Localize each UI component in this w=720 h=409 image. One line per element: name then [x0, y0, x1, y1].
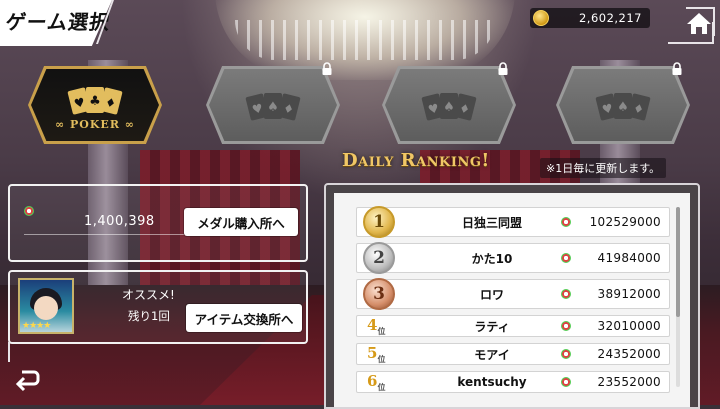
lock-icon	[672, 62, 682, 75]
player-name: kentsuchy	[457, 375, 527, 389]
svg-text:♠: ♠	[267, 100, 279, 115]
ranking-row: 1 日独三同盟 102529000	[356, 206, 670, 238]
rank-medal-gold: 1	[363, 206, 395, 238]
medal-panel: 1,400,398 メダル購入所へ	[8, 184, 308, 262]
rank-medal-bronze: 3	[363, 278, 395, 310]
scroll-thumb[interactable]	[676, 207, 680, 317]
rank-number: 6位	[367, 371, 386, 392]
svg-text:♣: ♣	[89, 94, 101, 109]
ranking-row: 4位 ラティ 32010000	[356, 315, 670, 337]
ranking-row: 6位 kentsuchy 23552000	[356, 371, 670, 393]
coin-icon	[533, 10, 549, 26]
player-score: 102529000	[589, 215, 661, 229]
medal-amount: 1,400,398	[84, 214, 155, 229]
ranking-row: 3 ロワ 38912000	[356, 278, 670, 310]
medal-chip-icon	[24, 206, 34, 216]
chip-icon	[561, 377, 571, 387]
game-card-locked-1[interactable]: ♥ ♠ ♦	[206, 66, 340, 144]
back-button[interactable]	[10, 362, 44, 396]
lock-icon	[322, 62, 332, 75]
ranking-title: Daily Ranking!	[342, 150, 490, 171]
player-score: 41984000	[597, 251, 661, 265]
ranking-row: 2 かた10 41984000	[356, 242, 670, 274]
avatar: ★★★★	[18, 278, 74, 334]
chip-icon	[561, 349, 571, 359]
item-exchange-button[interactable]: アイテム交換所へ	[186, 304, 302, 332]
remaining-label: 残り1回	[128, 309, 170, 323]
ranking-note: ※1日毎に更新します。	[540, 158, 667, 178]
medal-shop-button[interactable]: メダル購入所へ	[184, 208, 298, 236]
rank-medal-silver: 2	[363, 242, 395, 274]
game-card-locked-3[interactable]: ♥ ♠ ♦	[556, 66, 690, 144]
player-name: ラティ	[474, 319, 510, 334]
back-frame	[8, 342, 46, 362]
coin-counter: 2,602,217	[530, 8, 650, 28]
svg-text:♠: ♠	[617, 100, 629, 115]
ranking-list[interactable]: 1 日独三同盟 102529000 2 かた10 41984000 3 ロワ 3…	[356, 206, 670, 399]
ranking-scrollbar[interactable]	[676, 207, 680, 387]
game-card-locked-2[interactable]: ♥ ♠ ♦	[382, 66, 516, 144]
player-score: 24352000	[597, 347, 661, 361]
home-frame	[668, 22, 714, 44]
game-name-poker: ∞ POKER ∞	[55, 118, 135, 131]
player-name: 日独三同盟	[461, 215, 522, 230]
player-name: モアイ	[474, 347, 510, 362]
coin-amount: 2,602,217	[578, 11, 642, 25]
cards-icon: ♥ ♣ ♦	[67, 87, 123, 115]
player-score: 32010000	[597, 319, 661, 333]
rank-number: 5位	[367, 343, 386, 364]
cards-icon: ♥ ♠ ♦	[595, 93, 651, 121]
svg-text:♠: ♠	[443, 100, 455, 115]
player-name: ロワ	[479, 287, 504, 302]
page-title: ゲーム選択	[4, 10, 112, 34]
chip-icon	[561, 217, 571, 227]
player-name: かた10	[471, 251, 513, 266]
back-arrow-icon	[15, 370, 40, 392]
ranking-row: 5位 モアイ 24352000	[356, 343, 670, 365]
cards-icon: ♥ ♠ ♦	[245, 93, 301, 121]
game-card-poker[interactable]: ♥ ♣ ♦ ∞ POKER ∞	[28, 66, 162, 144]
player-score: 23552000	[597, 375, 661, 389]
rarity-stars: ★★★★	[22, 321, 51, 331]
chip-icon	[561, 253, 571, 263]
rank-number: 4位	[367, 315, 386, 336]
cards-icon: ♥ ♠ ♦	[421, 93, 477, 121]
item-panel: ★★★★ オススメ! 残り1回 アイテム交換所へ	[8, 270, 308, 344]
medal-divider	[24, 234, 184, 235]
ranking-panel: 1 日独三同盟 102529000 2 かた10 41984000 3 ロワ 3…	[324, 183, 700, 409]
chip-icon	[561, 289, 571, 299]
player-score: 38912000	[597, 287, 661, 301]
chip-icon	[561, 321, 571, 331]
lock-icon	[498, 62, 508, 75]
recommend-label: オススメ!	[122, 288, 175, 302]
